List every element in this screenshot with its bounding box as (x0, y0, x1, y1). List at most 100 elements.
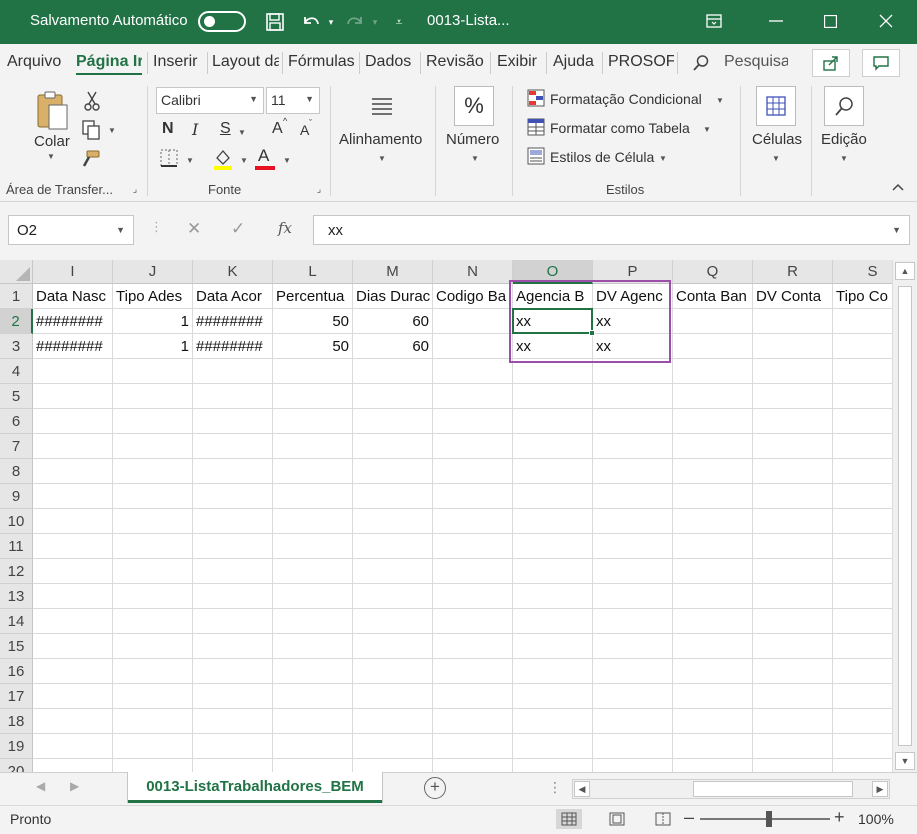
cell[interactable] (753, 609, 833, 634)
cell[interactable] (513, 359, 593, 384)
cell[interactable] (753, 734, 833, 759)
cell[interactable] (433, 559, 513, 584)
row-header[interactable]: 14 (0, 609, 33, 634)
cell[interactable]: Data Acor (193, 284, 273, 309)
cell[interactable] (673, 734, 753, 759)
fill-color-icon[interactable] (212, 147, 234, 171)
fill-handle[interactable] (589, 330, 595, 336)
vertical-scroll-thumb[interactable] (898, 286, 912, 746)
format-as-table-dropdown-icon[interactable]: ▼ (703, 125, 711, 134)
collapse-ribbon-icon[interactable] (890, 180, 906, 194)
cell[interactable] (673, 359, 753, 384)
cell[interactable] (273, 534, 353, 559)
cell[interactable] (113, 709, 193, 734)
tab-exibir[interactable]: Exibir (497, 53, 543, 75)
tab-split-handle-icon[interactable]: ⋮ (548, 779, 562, 796)
cell[interactable] (113, 484, 193, 509)
minimize-icon[interactable] (760, 6, 792, 36)
cell[interactable] (193, 384, 273, 409)
cell[interactable]: Tipo Ades (113, 284, 193, 309)
cell[interactable] (753, 584, 833, 609)
cell[interactable]: 1 (113, 309, 193, 334)
cell[interactable] (273, 734, 353, 759)
cell[interactable] (513, 659, 593, 684)
share-button[interactable] (812, 49, 850, 77)
cell[interactable] (593, 559, 673, 584)
row-header[interactable]: 12 (0, 559, 33, 584)
cell[interactable]: ######## (33, 309, 113, 334)
conditional-formatting-dropdown-icon[interactable]: ▼ (716, 96, 724, 105)
cell[interactable]: 50 (273, 309, 353, 334)
cell[interactable] (353, 459, 433, 484)
cell[interactable] (353, 609, 433, 634)
cell[interactable] (593, 384, 673, 409)
cell[interactable] (33, 384, 113, 409)
percent-icon[interactable]: % (454, 86, 494, 126)
font-name-combo[interactable]: Calibri ▼ (156, 87, 264, 114)
next-sheet-icon[interactable]: ▶ (70, 779, 79, 793)
column-header[interactable]: K (193, 260, 273, 284)
cell[interactable] (833, 459, 892, 484)
cell[interactable] (273, 434, 353, 459)
cell[interactable] (833, 384, 892, 409)
cell[interactable] (193, 534, 273, 559)
cell[interactable] (833, 759, 892, 772)
cell[interactable] (33, 409, 113, 434)
cell[interactable]: Codigo Ba (433, 284, 513, 309)
cell[interactable] (513, 409, 593, 434)
cell[interactable] (33, 434, 113, 459)
row-header[interactable]: 15 (0, 634, 33, 659)
cell[interactable] (433, 759, 513, 772)
row-header[interactable]: 2 (0, 309, 33, 334)
cell[interactable] (833, 334, 892, 359)
format-as-table-button[interactable]: Formatar como Tabela (550, 120, 690, 136)
cell[interactable] (753, 484, 833, 509)
tab-inserir[interactable]: Inserir (153, 53, 207, 75)
row-header[interactable]: 10 (0, 509, 33, 534)
cell[interactable] (353, 534, 433, 559)
tab-ajuda[interactable]: Ajuda (553, 53, 599, 75)
cell[interactable] (33, 359, 113, 384)
cell[interactable] (673, 609, 753, 634)
cell[interactable] (33, 509, 113, 534)
cell[interactable] (353, 734, 433, 759)
cell[interactable] (33, 559, 113, 584)
cell[interactable]: xx (513, 309, 593, 334)
column-header[interactable]: O (513, 260, 593, 284)
cell[interactable] (753, 709, 833, 734)
cell[interactable] (113, 634, 193, 659)
comments-button[interactable] (862, 49, 900, 77)
borders-icon[interactable] (158, 148, 180, 168)
cell[interactable] (433, 609, 513, 634)
row-header[interactable]: 13 (0, 584, 33, 609)
cell[interactable] (193, 509, 273, 534)
tab-prosoft[interactable]: PROSOFT (608, 53, 674, 75)
cell[interactable] (113, 534, 193, 559)
cell[interactable] (33, 459, 113, 484)
copy-dropdown-icon[interactable]: ▼ (108, 126, 116, 135)
cell[interactable] (113, 409, 193, 434)
cell[interactable] (113, 684, 193, 709)
cell[interactable] (33, 709, 113, 734)
cell[interactable] (833, 534, 892, 559)
tab-formulas[interactable]: Fórmulas (288, 53, 356, 75)
cell[interactable] (593, 459, 673, 484)
name-box[interactable]: O2 ▼ (8, 215, 134, 245)
cell[interactable] (833, 659, 892, 684)
cell[interactable] (433, 509, 513, 534)
number-dropdown-icon[interactable]: ▼ (471, 154, 479, 163)
cell[interactable] (673, 584, 753, 609)
cell[interactable] (513, 509, 593, 534)
cell[interactable] (593, 534, 673, 559)
shrink-font-button[interactable]: A (300, 122, 309, 138)
column-header[interactable]: S (833, 260, 892, 284)
column-header[interactable]: Q (673, 260, 753, 284)
row-header[interactable]: 4 (0, 359, 33, 384)
cell[interactable] (113, 434, 193, 459)
cell[interactable] (193, 634, 273, 659)
cell[interactable] (593, 684, 673, 709)
formula-input[interactable]: xx ▼ (313, 215, 910, 245)
cell[interactable] (673, 384, 753, 409)
font-color-button[interactable]: A (258, 146, 269, 166)
cell[interactable] (753, 684, 833, 709)
